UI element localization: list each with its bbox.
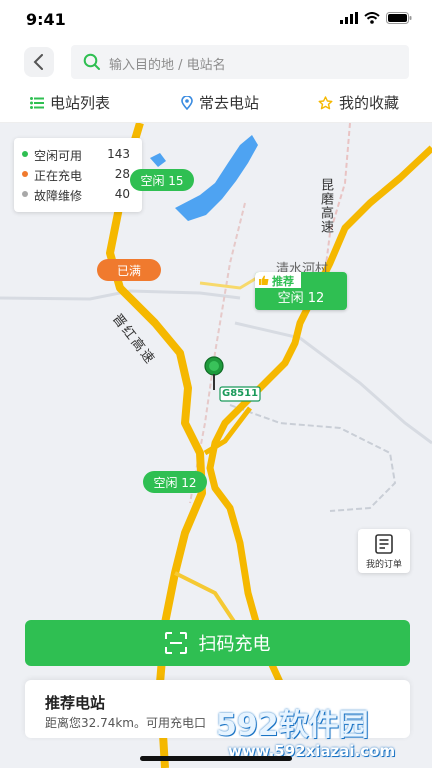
legend-count: 28 (114, 167, 130, 181)
star-icon (318, 95, 333, 109)
marker-label: 空闲 12 (277, 291, 325, 306)
legend-row-free: 空闲可用 143 (22, 146, 134, 164)
station-marker-full[interactable]: 已满 (97, 259, 161, 281)
orders-icon (375, 534, 393, 554)
search-input[interactable]: 输入目的地 / 电站名 (71, 45, 409, 79)
charging-dot-icon (22, 171, 28, 177)
location-pin-icon (181, 95, 193, 110)
map-view[interactable]: G8511 晋红高速 昆磨高速 清水河村 空闲可用 143 正在充电 28 故障… (0, 123, 432, 768)
tab-station-list[interactable]: 电站列表 (30, 92, 110, 113)
home-indicator (140, 756, 292, 761)
recommend-description: 距离您32.74km。可用充电口 (45, 716, 206, 730)
marker-label: 已满 (116, 263, 141, 278)
scan-icon (164, 632, 187, 654)
list-icon (30, 96, 44, 109)
back-button[interactable] (24, 47, 54, 77)
legend-count: 40 (114, 187, 130, 201)
search-icon (83, 53, 100, 70)
chevron-left-icon (33, 54, 43, 70)
fault-dot-icon (22, 191, 28, 197)
legend-label: 正在充电 (34, 169, 83, 183)
wifi-icon (364, 12, 380, 24)
station-marker-free[interactable]: 空闲 15 (130, 169, 194, 191)
station-marker-free[interactable]: 空闲 12 (143, 471, 207, 493)
tab-favorites[interactable]: 我的收藏 (318, 92, 399, 113)
tab-label: 电站列表 (50, 94, 111, 112)
status-icons (340, 12, 412, 24)
free-dot-icon (22, 151, 28, 157)
tab-label: 常去电站 (199, 94, 260, 112)
legend-row-charging: 正在充电 28 (22, 166, 134, 184)
legend-label: 空闲可用 (34, 149, 83, 163)
legend-count: 143 (107, 147, 130, 161)
recommend-title: 推荐电站 (45, 694, 106, 712)
status-time: 9:41 (26, 10, 66, 29)
scan-label: 扫码充电 (198, 634, 271, 655)
minor-road (229, 404, 397, 512)
status-bar: 9:41 (0, 0, 432, 40)
thumbs-up-icon (259, 275, 269, 285)
legend-row-fault: 故障维修 40 (22, 186, 134, 204)
marker-label: 空闲 15 (140, 173, 184, 188)
battery-icon (386, 12, 412, 24)
tab-label: 我的收藏 (339, 94, 400, 112)
scan-to-charge-button[interactable]: 扫码充电 (25, 620, 410, 666)
status-legend: 空闲可用 143 正在充电 28 故障维修 40 (14, 138, 142, 212)
search-placeholder: 输入目的地 / 电站名 (109, 58, 226, 73)
tab-bar: 电站列表 常去电站 我的收藏 (0, 86, 432, 123)
road-sign-label: G8511 (222, 388, 259, 399)
highway-link (203, 406, 252, 456)
legend-label: 故障维修 (34, 189, 83, 203)
orders-label: 我的订单 (365, 560, 402, 570)
road-label-kunmo: 昆磨高速 (318, 178, 333, 234)
marker-label: 空闲 12 (153, 475, 197, 490)
tab-frequent-stations[interactable]: 常去电站 (181, 92, 259, 113)
recommended-station-marker[interactable]: 推荐 空闲 12 (255, 272, 347, 310)
my-orders-button[interactable]: 我的订单 (358, 529, 410, 573)
recommend-tag: 推荐 (255, 272, 301, 288)
current-location-pin-icon (204, 356, 224, 390)
recommend-tag-label: 推荐 (272, 275, 294, 288)
map-canvas (0, 123, 432, 768)
signal-icon (340, 12, 358, 24)
pond (150, 153, 166, 167)
watermark-brand: 592软件园 (216, 708, 369, 743)
header: 输入目的地 / 电站名 (0, 40, 432, 84)
